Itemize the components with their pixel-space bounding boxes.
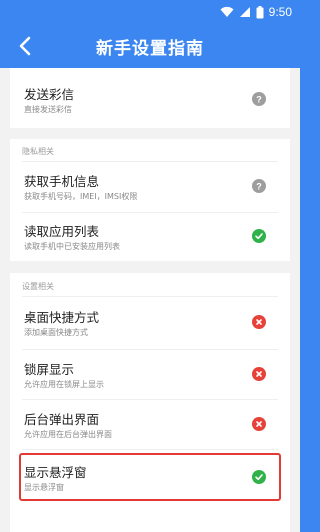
cross-icon [252, 417, 266, 431]
permission-row-send-mms[interactable]: 发送彩信 直接发送彩信 ? [10, 76, 290, 124]
divider [22, 399, 278, 400]
divider [22, 161, 278, 162]
svg-text:?: ? [256, 181, 262, 191]
permission-title: 读取应用列表 [24, 224, 100, 239]
status-bar: 9:50 [0, 0, 300, 24]
permission-title: 锁屏显示 [24, 362, 75, 377]
permission-subtitle: 读取手机中已安装应用列表 [24, 242, 120, 251]
permission-subtitle: 添加桌面快捷方式 [24, 328, 88, 337]
section-label: 设置相关 [22, 282, 54, 291]
question-icon: ? [252, 92, 266, 106]
permission-subtitle: 允许应用在锁屏上显示 [24, 380, 104, 389]
signal-icon [239, 7, 250, 17]
status-time: 9:50 [268, 5, 292, 19]
permission-subtitle: 获取手机号码，IMEI，IMSI权限 [24, 192, 138, 201]
permission-subtitle: 直接发送彩信 [24, 105, 72, 114]
question-icon: ? [252, 179, 266, 193]
permission-row-lockscreen[interactable]: 锁屏显示 允许应用在锁屏上显示 [10, 351, 290, 399]
divider [22, 296, 278, 297]
divider [22, 349, 278, 350]
wifi-icon [220, 6, 234, 17]
app-bar: 新手设置指南 [0, 24, 300, 68]
highlight-frame [19, 453, 281, 501]
svg-text:?: ? [256, 94, 262, 104]
section-label: 隐私相关 [22, 147, 54, 156]
permission-title: 后台弹出界面 [24, 412, 100, 427]
cross-icon [252, 315, 266, 329]
permission-row-phone-info[interactable]: 获取手机信息 获取手机号码，IMEI，IMSI权限 ? [10, 163, 290, 211]
check-icon [252, 229, 266, 243]
divider [22, 449, 278, 450]
permission-subtitle: 允许应用在后台弹出界面 [24, 430, 112, 439]
settings-list: 发送彩信 直接发送彩信 ? 隐私相关 获取手机信息 获取手机号码，IMEI，IM… [0, 68, 300, 532]
page-title: 新手设置指南 [96, 39, 204, 59]
permission-title: 获取手机信息 [24, 174, 100, 189]
permission-title: 发送彩信 [24, 87, 75, 102]
permission-title: 桌面快捷方式 [24, 310, 100, 325]
cross-icon [252, 367, 266, 381]
permission-row-shortcut[interactable]: 桌面快捷方式 添加桌面快捷方式 [10, 299, 290, 347]
permission-row-background-popup[interactable]: 后台弹出界面 允许应用在后台弹出界面 [10, 401, 290, 449]
battery-icon [256, 5, 264, 18]
section-card-privacy: 隐私相关 获取手机信息 获取手机号码，IMEI，IMSI权限 ? 读取应用列表 … [10, 139, 290, 261]
section-card-0: 发送彩信 直接发送彩信 ? [10, 68, 290, 128]
permission-row-app-list[interactable]: 读取应用列表 读取手机中已安装应用列表 [10, 213, 290, 261]
